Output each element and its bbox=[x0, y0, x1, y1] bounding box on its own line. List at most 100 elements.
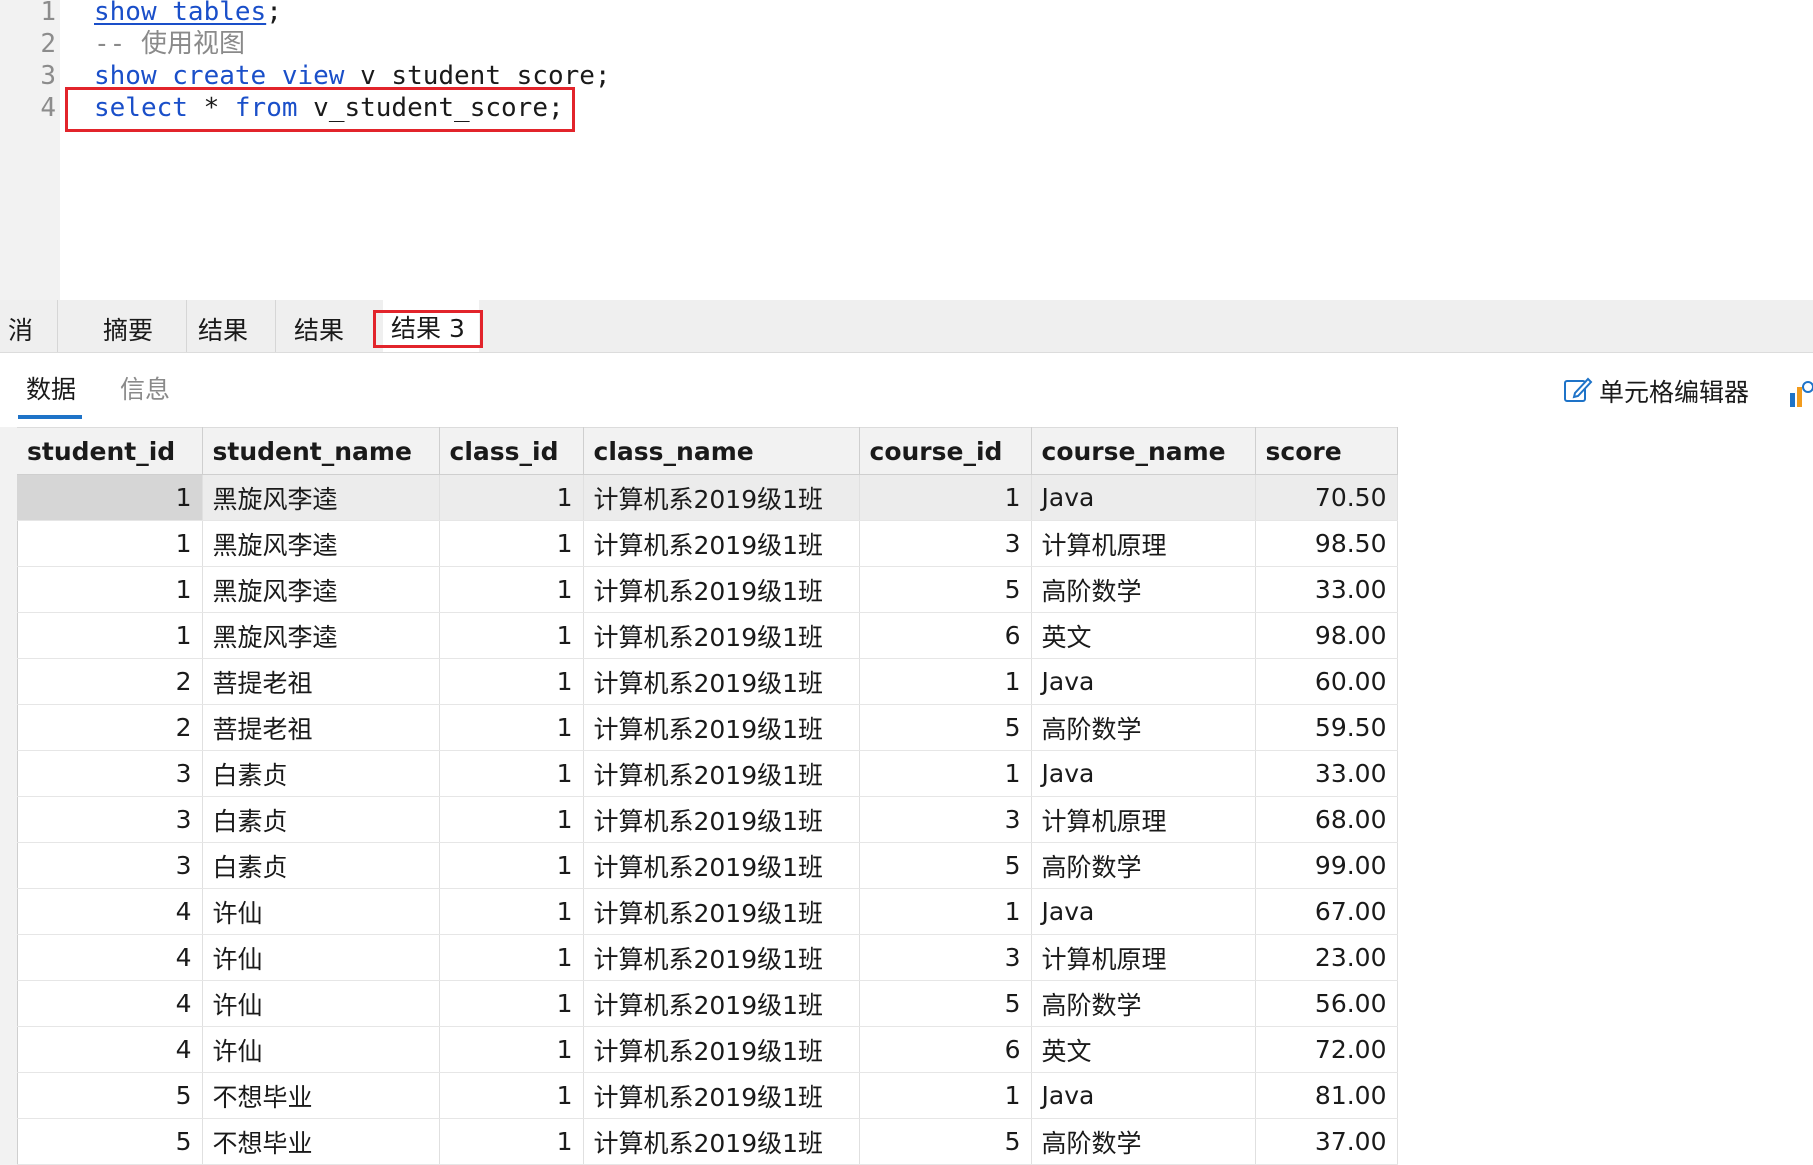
table-row[interactable]: 4 许仙 1 计算机系2019级1班 3 计算机原理 23.00 bbox=[17, 934, 1398, 981]
table-cell-class-name[interactable]: 计算机系2019级1班 bbox=[583, 520, 860, 567]
table-cell-class-id[interactable]: 1 bbox=[439, 750, 584, 797]
table-cell-student-id[interactable]: 5 bbox=[17, 1072, 203, 1119]
table-cell-course-id[interactable]: 3 bbox=[859, 796, 1032, 843]
table-cell-score[interactable]: 99.00 bbox=[1255, 842, 1398, 889]
table-cell-course-id[interactable]: 1 bbox=[859, 474, 1032, 521]
cell-editor-button[interactable]: 单元格编辑器 bbox=[1563, 373, 1749, 409]
table-cell-student-name[interactable]: 黑旋风李逵 bbox=[202, 474, 440, 521]
table-row[interactable]: 1 黑旋风李逵 1 计算机系2019级1班 6 英文 98.00 bbox=[17, 612, 1398, 659]
table-cell-student-name[interactable]: 许仙 bbox=[202, 934, 440, 981]
table-cell-class-id[interactable]: 1 bbox=[439, 888, 584, 935]
table-cell-student-name[interactable]: 菩提老祖 bbox=[202, 658, 440, 705]
table-cell-score[interactable]: 98.50 bbox=[1255, 520, 1398, 567]
column-header-class-id[interactable]: class_id bbox=[439, 427, 584, 475]
table-cell-course-id[interactable]: 1 bbox=[859, 750, 1032, 797]
table-row[interactable]: 1 黑旋风李逵 1 计算机系2019级1班 3 计算机原理 98.50 bbox=[17, 520, 1398, 567]
table-cell-course-id[interactable]: 6 bbox=[859, 612, 1032, 659]
table-cell-student-name[interactable]: 许仙 bbox=[202, 888, 440, 935]
code-line-2[interactable]: -- 使用视图 bbox=[94, 28, 245, 60]
table-cell-student-id[interactable]: 3 bbox=[17, 750, 203, 797]
table-cell-student-name[interactable]: 不想毕业 bbox=[202, 1072, 440, 1119]
table-cell-course-name[interactable]: 高阶数学 bbox=[1031, 842, 1256, 889]
table-cell-student-name[interactable]: 菩提老祖 bbox=[202, 704, 440, 751]
table-cell-course-id[interactable]: 1 bbox=[859, 658, 1032, 705]
tab-summary[interactable]: 摘要 bbox=[95, 300, 187, 352]
table-row[interactable]: 5 不想毕业 1 计算机系2019级1班 5 高阶数学 37.00 bbox=[17, 1118, 1398, 1165]
table-row[interactable]: 1 黑旋风李逵 1 计算机系2019级1班 1 Java 70.50 bbox=[17, 474, 1398, 521]
table-row[interactable]: 2 菩提老祖 1 计算机系2019级1班 5 高阶数学 59.50 bbox=[17, 704, 1398, 751]
code-line-1[interactable]: show tables; bbox=[94, 0, 282, 28]
table-cell-course-name[interactable]: 高阶数学 bbox=[1031, 704, 1256, 751]
table-cell-score[interactable]: 59.50 bbox=[1255, 704, 1398, 751]
table-cell-class-id[interactable]: 1 bbox=[439, 1026, 584, 1073]
table-cell-score[interactable]: 33.00 bbox=[1255, 566, 1398, 613]
table-row[interactable]: 4 许仙 1 计算机系2019级1班 5 高阶数学 56.00 bbox=[17, 980, 1398, 1027]
table-cell-class-name[interactable]: 计算机系2019级1班 bbox=[583, 612, 860, 659]
table-cell-score[interactable]: 23.00 bbox=[1255, 934, 1398, 981]
table-cell-class-name[interactable]: 计算机系2019级1班 bbox=[583, 474, 860, 521]
table-cell-score[interactable]: 72.00 bbox=[1255, 1026, 1398, 1073]
table-cell-score[interactable]: 67.00 bbox=[1255, 888, 1398, 935]
table-cell-student-id[interactable]: 2 bbox=[17, 658, 203, 705]
table-cell-student-id[interactable]: 4 bbox=[17, 980, 203, 1027]
table-cell-score[interactable]: 56.00 bbox=[1255, 980, 1398, 1027]
table-cell-score[interactable]: 33.00 bbox=[1255, 750, 1398, 797]
table-cell-class-id[interactable]: 1 bbox=[439, 658, 584, 705]
table-cell-student-id[interactable]: 3 bbox=[17, 796, 203, 843]
table-cell-course-name[interactable]: 高阶数学 bbox=[1031, 1118, 1256, 1165]
table-cell-student-name[interactable]: 白素贞 bbox=[202, 796, 440, 843]
table-cell-course-name[interactable]: 高阶数学 bbox=[1031, 566, 1256, 613]
table-cell-course-id[interactable]: 3 bbox=[859, 934, 1032, 981]
column-header-course-id[interactable]: course_id bbox=[859, 427, 1032, 475]
table-cell-class-name[interactable]: 计算机系2019级1班 bbox=[583, 1118, 860, 1165]
tab-result-2[interactable]: 结果 2 bbox=[286, 300, 372, 407]
table-cell-student-id[interactable]: 5 bbox=[17, 1118, 203, 1165]
table-cell-course-id[interactable]: 3 bbox=[859, 520, 1032, 567]
table-cell-student-id[interactable]: 1 bbox=[17, 612, 203, 659]
table-cell-class-name[interactable]: 计算机系2019级1班 bbox=[583, 888, 860, 935]
table-cell-class-name[interactable]: 计算机系2019级1班 bbox=[583, 934, 860, 981]
column-header-score[interactable]: score bbox=[1255, 427, 1398, 475]
table-cell-course-name[interactable]: 英文 bbox=[1031, 1026, 1256, 1073]
table-cell-course-id[interactable]: 6 bbox=[859, 1026, 1032, 1073]
table-cell-course-name[interactable]: Java bbox=[1031, 750, 1256, 797]
table-cell-score[interactable]: 37.00 bbox=[1255, 1118, 1398, 1165]
table-cell-course-name[interactable]: Java bbox=[1031, 474, 1256, 521]
table-cell-score[interactable]: 60.00 bbox=[1255, 658, 1398, 705]
table-row[interactable]: 2 菩提老祖 1 计算机系2019级1班 1 Java 60.00 bbox=[17, 658, 1398, 705]
table-cell-class-id[interactable]: 1 bbox=[439, 474, 584, 521]
table-cell-student-id[interactable]: 2 bbox=[17, 704, 203, 751]
table-cell-student-id[interactable]: 4 bbox=[17, 888, 203, 935]
table-cell-score[interactable]: 98.00 bbox=[1255, 612, 1398, 659]
table-cell-score[interactable]: 70.50 bbox=[1255, 474, 1398, 521]
column-header-course-name[interactable]: course_name bbox=[1031, 427, 1256, 475]
chart-icon[interactable] bbox=[1788, 379, 1813, 409]
table-row[interactable]: 3 白素贞 1 计算机系2019级1班 3 计算机原理 68.00 bbox=[17, 796, 1398, 843]
column-header-student-id[interactable]: student_id bbox=[17, 427, 203, 475]
table-row[interactable]: 1 黑旋风李逵 1 计算机系2019级1班 5 高阶数学 33.00 bbox=[17, 566, 1398, 613]
table-cell-class-id[interactable]: 1 bbox=[439, 612, 584, 659]
table-cell-class-id[interactable]: 1 bbox=[439, 704, 584, 751]
table-cell-course-id[interactable]: 5 bbox=[859, 842, 1032, 889]
table-row[interactable]: 5 不想毕业 1 计算机系2019级1班 1 Java 81.00 bbox=[17, 1072, 1398, 1119]
table-cell-class-id[interactable]: 1 bbox=[439, 934, 584, 981]
table-row[interactable]: 3 白素贞 1 计算机系2019级1班 1 Java 33.00 bbox=[17, 750, 1398, 797]
table-cell-class-name[interactable]: 计算机系2019级1班 bbox=[583, 796, 860, 843]
table-cell-class-id[interactable]: 1 bbox=[439, 980, 584, 1027]
table-cell-class-name[interactable]: 计算机系2019级1班 bbox=[583, 566, 860, 613]
table-cell-student-name[interactable]: 许仙 bbox=[202, 980, 440, 1027]
table-cell-class-name[interactable]: 计算机系2019级1班 bbox=[583, 1072, 860, 1119]
table-cell-class-name[interactable]: 计算机系2019级1班 bbox=[583, 750, 860, 797]
table-cell-course-id[interactable]: 1 bbox=[859, 1072, 1032, 1119]
table-cell-student-id[interactable]: 1 bbox=[17, 520, 203, 567]
table-cell-course-name[interactable]: 英文 bbox=[1031, 612, 1256, 659]
column-header-class-name[interactable]: class_name bbox=[583, 427, 860, 475]
table-cell-course-name[interactable]: Java bbox=[1031, 888, 1256, 935]
table-cell-course-id[interactable]: 1 bbox=[859, 888, 1032, 935]
table-cell-class-name[interactable]: 计算机系2019级1班 bbox=[583, 704, 860, 751]
table-cell-class-id[interactable]: 1 bbox=[439, 566, 584, 613]
table-cell-course-name[interactable]: 计算机原理 bbox=[1031, 520, 1256, 567]
table-cell-student-id[interactable]: 4 bbox=[17, 934, 203, 981]
table-cell-student-name[interactable]: 白素贞 bbox=[202, 842, 440, 889]
table-cell-class-id[interactable]: 1 bbox=[439, 1118, 584, 1165]
